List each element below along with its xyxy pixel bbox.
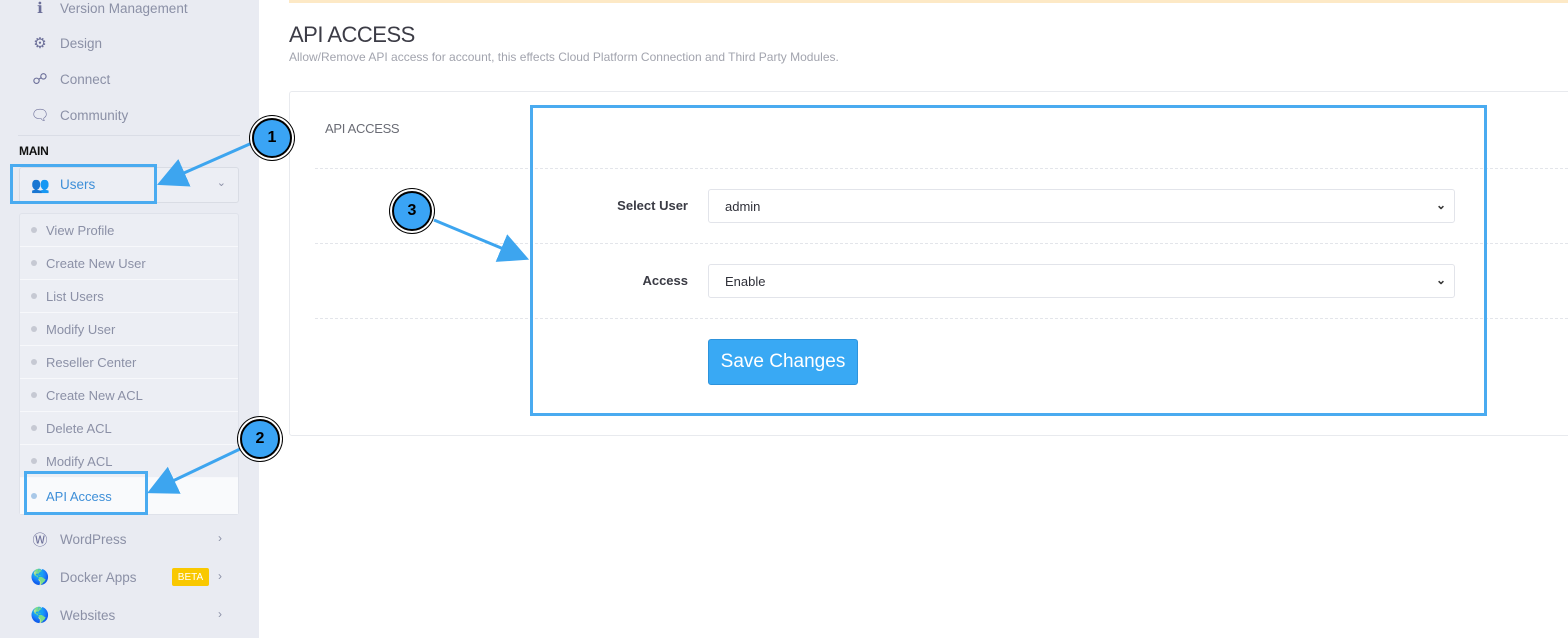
arrow-3 bbox=[433, 218, 530, 262]
annotation-badge-1: 1 bbox=[252, 118, 292, 158]
annotation-badge-3: 3 bbox=[392, 191, 432, 231]
arrow-1 bbox=[157, 141, 253, 187]
arrow-2 bbox=[147, 447, 241, 494]
annotation-arrows bbox=[147, 141, 530, 494]
annotation-badge-2: 2 bbox=[240, 419, 280, 459]
